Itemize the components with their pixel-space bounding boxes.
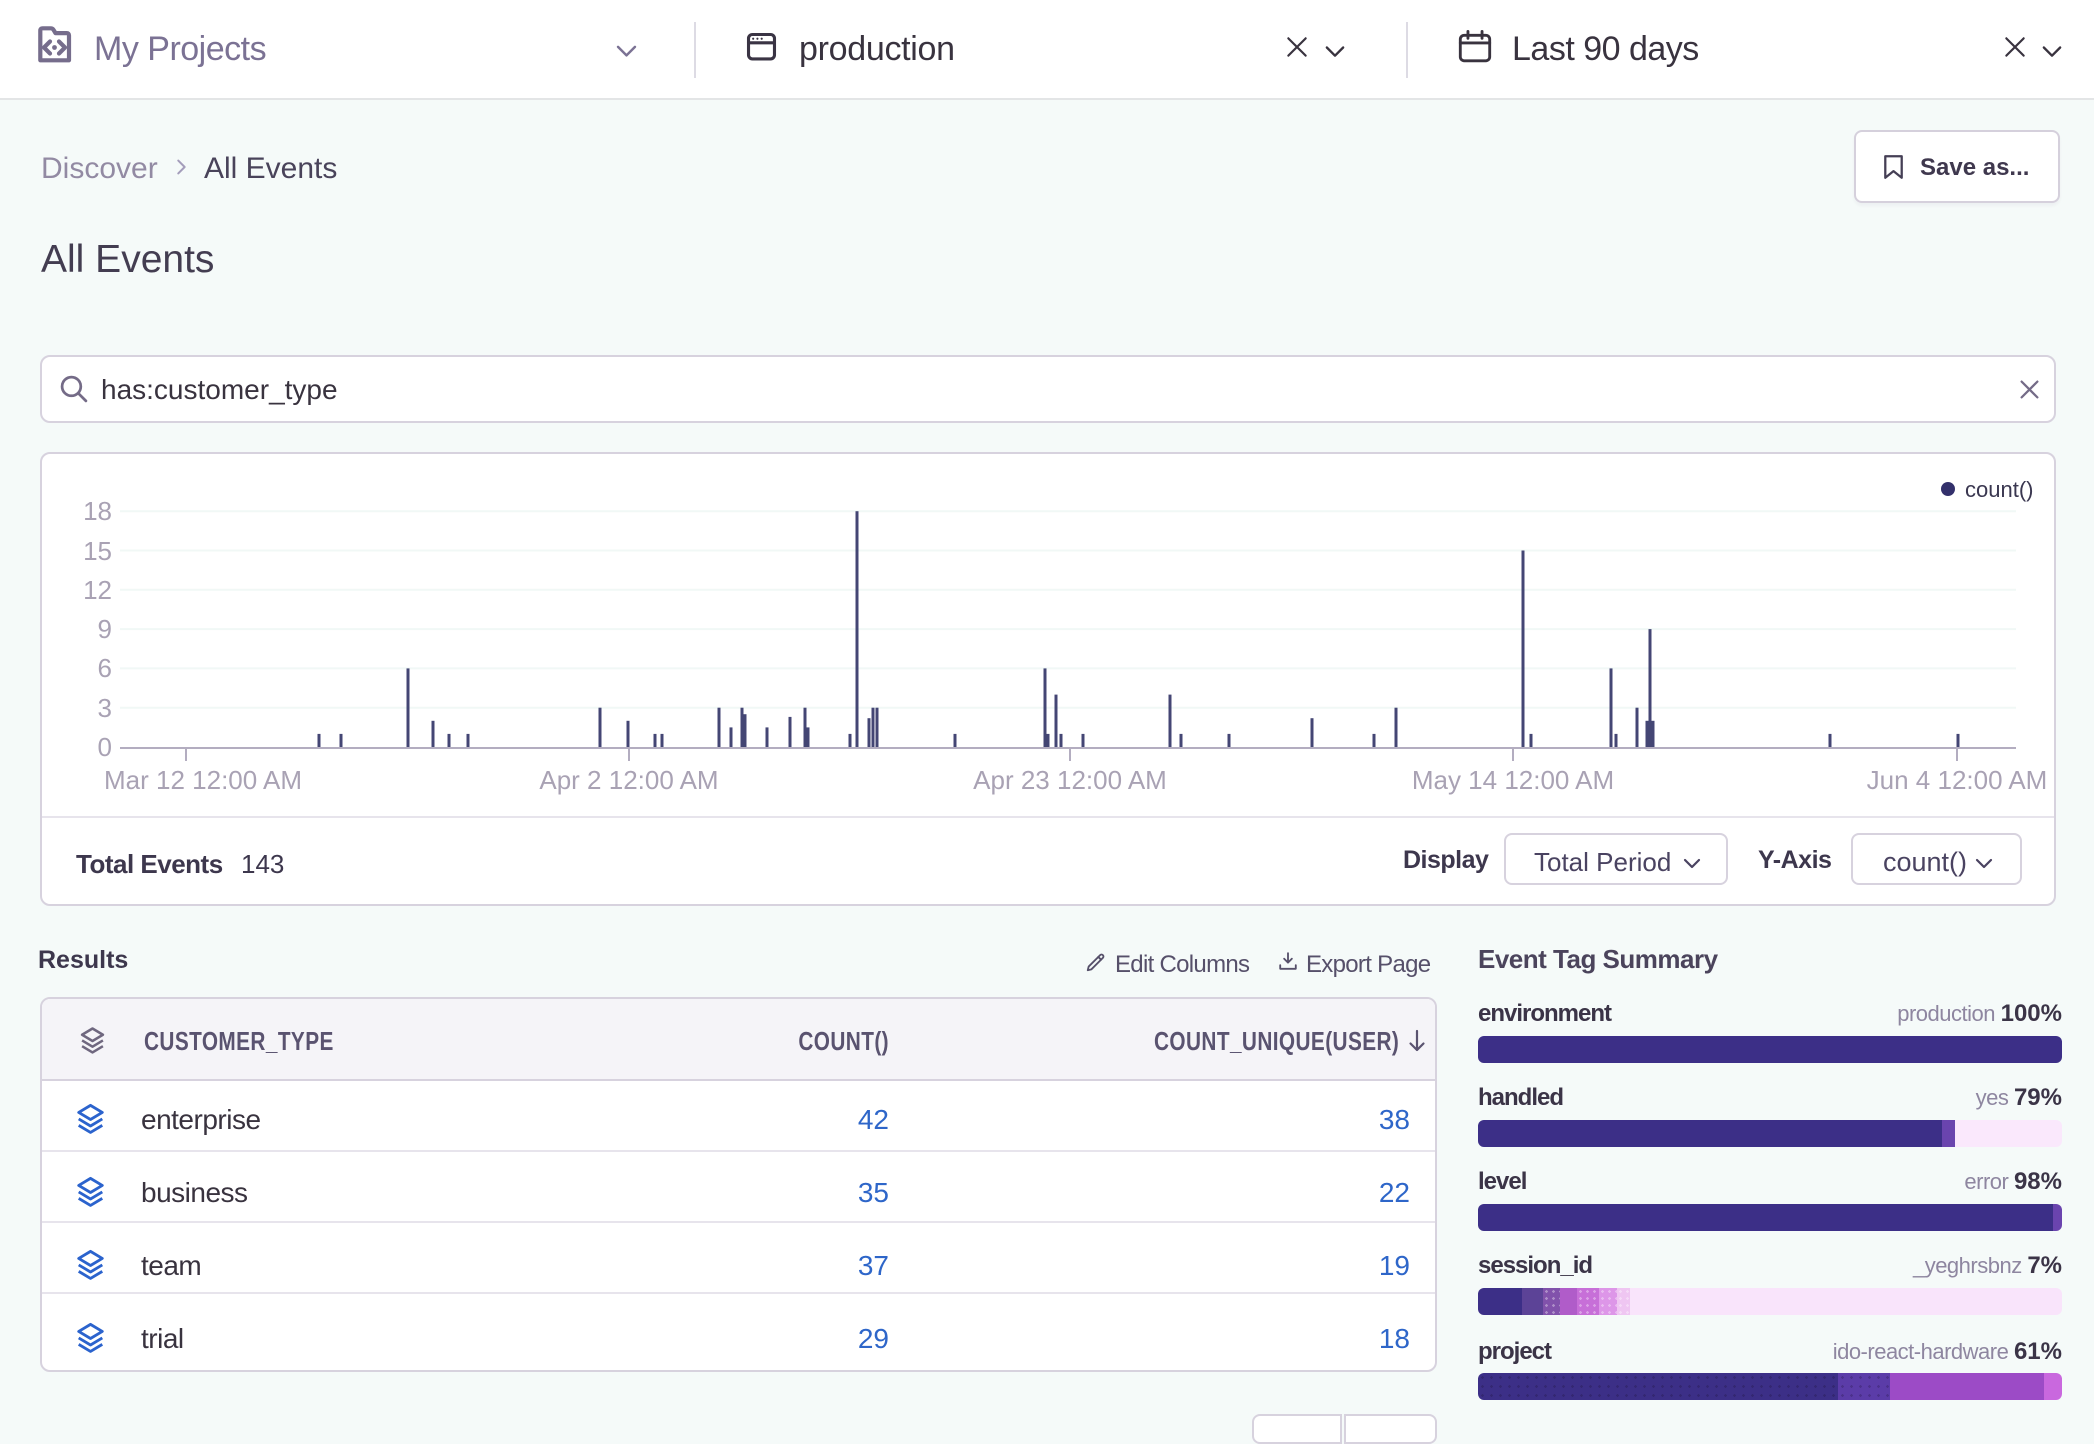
svg-text:3: 3 <box>98 693 112 723</box>
svg-text:0: 0 <box>98 732 112 762</box>
svg-text:12: 12 <box>83 575 112 605</box>
svg-text:18: 18 <box>83 496 112 526</box>
svg-text:Jun 4 12:00 AM: Jun 4 12:00 AM <box>1867 765 2048 795</box>
svg-text:Apr 2 12:00 AM: Apr 2 12:00 AM <box>539 765 718 795</box>
svg-text:Mar 12 12:00 AM: Mar 12 12:00 AM <box>104 765 302 795</box>
svg-text:May 14 12:00 AM: May 14 12:00 AM <box>1412 765 1614 795</box>
svg-text:6: 6 <box>98 653 112 683</box>
svg-text:Apr 23 12:00 AM: Apr 23 12:00 AM <box>973 765 1167 795</box>
svg-text:count(): count() <box>1965 477 2033 502</box>
svg-text:15: 15 <box>83 536 112 566</box>
svg-text:9: 9 <box>98 614 112 644</box>
